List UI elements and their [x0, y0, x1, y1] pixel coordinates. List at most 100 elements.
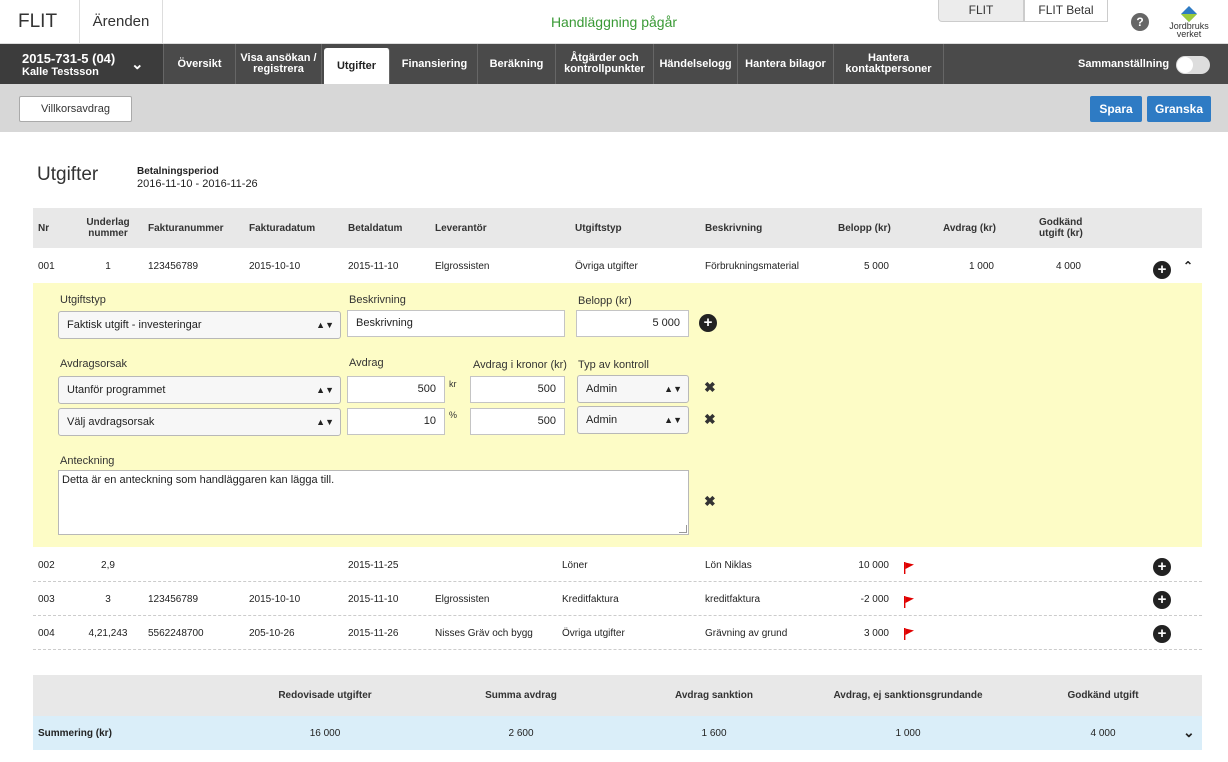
cell-underlag: 2,9: [101, 560, 115, 571]
cell-betaldatum: 2015-11-26: [348, 628, 399, 639]
add-icon[interactable]: +: [1153, 261, 1171, 279]
chevron-up-icon[interactable]: ⌃: [1183, 259, 1193, 273]
case-id: 2015-731-5 (04): [22, 51, 116, 66]
col-beskrivning: Beskrivning: [705, 223, 763, 234]
cell-nr: 002: [38, 560, 55, 571]
tab-atgarder[interactable]: Åtgärder och kontrollpunkter: [556, 44, 654, 84]
cell-beskrivning: kreditfaktura: [705, 594, 761, 605]
col-underlag: Underlag nummer: [86, 217, 130, 239]
top-bar: FLIT Ärenden Handläggning pågår FLIT FLI…: [0, 0, 1228, 44]
cell-underlag: 4,21,243: [88, 628, 128, 639]
avdrag-kronor-label: Avdrag i kronor (kr): [473, 359, 567, 371]
period-value: 2016-11-10 - 2016-11-26: [137, 178, 258, 190]
arenden-link[interactable]: Ärenden: [80, 0, 163, 44]
app-tab-flit-betal[interactable]: FLIT Betal: [1024, 0, 1108, 22]
cell-beskrivning: Lön Niklas: [705, 560, 752, 571]
select-arrows-icon: ▲▼: [316, 417, 334, 427]
add-icon[interactable]: +: [1153, 558, 1171, 576]
summary-sanktion-value: 1 600: [701, 728, 727, 739]
table-row[interactable]: 002 2,9 2015-11-25 Löner Lön Niklas 10 0…: [33, 548, 1202, 582]
tab-utgifter[interactable]: Utgifter: [324, 48, 390, 84]
jordbruksverket-logo-text: Jordbruks verket: [1169, 21, 1209, 39]
remove-icon[interactable]: ✖: [704, 379, 716, 396]
select-arrows-icon: ▲▼: [664, 415, 682, 425]
typ-av-kontroll-label: Typ av kontroll: [578, 359, 649, 371]
summary-row[interactable]: Summering (kr) 16 000 2 600 1 600 1 000 …: [33, 716, 1202, 750]
summary-toggle[interactable]: [1176, 56, 1210, 74]
villkorsavdrag-button[interactable]: Villkorsavdrag: [19, 96, 132, 122]
cell-fakturanummer: 123456789: [148, 261, 199, 272]
summary-godkand-value: 4 000: [1090, 728, 1116, 739]
belopp-input[interactable]: 5 000: [576, 310, 689, 337]
summary-ej-sanktion-value: 1 000: [895, 728, 921, 739]
belopp-label: Belopp (kr): [578, 295, 632, 307]
resize-handle-icon[interactable]: [679, 525, 687, 533]
tab-finansiering[interactable]: Finansiering: [392, 44, 478, 84]
toggle-knob: [1177, 57, 1193, 73]
avdragsorsak-select[interactable]: Välj avdragsorsak ▲▼: [58, 408, 341, 436]
avdrag-input[interactable]: 500: [347, 376, 445, 403]
add-icon[interactable]: +: [699, 314, 717, 332]
review-button[interactable]: Granska: [1147, 96, 1211, 122]
flag-icon[interactable]: [903, 596, 915, 608]
tab-hantera-bilagor[interactable]: Hantera bilagor: [738, 44, 834, 84]
flag-icon[interactable]: [903, 628, 915, 640]
save-button[interactable]: Spara: [1090, 96, 1142, 122]
cell-betaldatum: 2015-11-25: [348, 560, 399, 571]
remove-icon[interactable]: ✖: [704, 411, 716, 428]
avdragsorsak-select[interactable]: Utanför programmet ▲▼: [58, 376, 341, 404]
case-selector[interactable]: 2015-731-5 (04) Kalle Testsson ⌄: [0, 44, 164, 84]
toolbar: Villkorsavdrag Spara Granska: [0, 84, 1228, 132]
summary-header: Redovisade utgifter Summa avdrag Avdrag …: [33, 675, 1202, 716]
remove-icon[interactable]: ✖: [704, 493, 716, 510]
col-avdrag: Avdrag (kr): [943, 223, 996, 234]
select-arrows-icon: ▲▼: [664, 384, 682, 394]
expense-detail-panel: Utgiftstyp Faktisk utgift - investeringa…: [33, 283, 1202, 547]
tab-oversikt[interactable]: Översikt: [164, 44, 236, 84]
table-row[interactable]: 004 4,21,243 5562248700 205-10-26 2015-1…: [33, 616, 1202, 650]
summary-toggle-label: Sammanställning: [1078, 58, 1170, 70]
cell-utgiftstyp: Kreditfaktura: [562, 594, 619, 605]
cell-betaldatum: 2015-11-10: [348, 594, 399, 605]
flag-icon[interactable]: [903, 562, 915, 574]
cell-godkand: 4 000: [1055, 261, 1081, 272]
col-belopp: Belopp (kr): [838, 223, 891, 234]
tab-berakning[interactable]: Beräkning: [478, 44, 556, 84]
flit-logo[interactable]: FLIT: [0, 0, 80, 44]
cell-fakturanummer: 5562248700: [148, 628, 204, 639]
cell-utgiftstyp: Löner: [562, 560, 588, 571]
avdrag-kronor-input[interactable]: 500: [470, 408, 565, 435]
cell-utgiftstyp: Övriga utgifter: [562, 628, 625, 639]
chevron-down-icon[interactable]: ⌄: [1183, 724, 1195, 741]
avdrag-kronor-input[interactable]: 500: [470, 376, 565, 403]
cell-utgiftstyp: Övriga utgifter: [575, 261, 638, 272]
beskrivning-input[interactable]: Beskrivning: [347, 310, 565, 337]
tab-handelselogg[interactable]: Händelselogg: [654, 44, 738, 84]
anteckning-textarea[interactable]: Detta är en anteckning som handläggaren …: [58, 470, 689, 535]
help-icon[interactable]: ?: [1131, 13, 1149, 31]
avdrag-label: Avdrag: [349, 357, 384, 369]
select-arrows-icon: ▲▼: [316, 320, 334, 330]
main-nav: 2015-731-5 (04) Kalle Testsson ⌄ Översik…: [0, 44, 1228, 84]
utgiftstyp-label: Utgiftstyp: [60, 294, 106, 306]
cell-nr: 001: [38, 261, 55, 272]
summary-avdrag-value: 2 600: [508, 728, 534, 739]
avdrag-input[interactable]: 10: [347, 408, 445, 435]
cell-fakturadatum: 205-10-26: [249, 628, 295, 639]
summary-col-godkand: Godkänd utgift: [1067, 690, 1139, 701]
app-tab-flit[interactable]: FLIT: [938, 0, 1024, 22]
tab-hantera-kontaktpersoner[interactable]: Hantera kontaktpersoner: [834, 44, 944, 84]
chevron-down-icon[interactable]: ⌄: [131, 55, 144, 73]
tab-visa-ansokan[interactable]: Visa ansökan / registrera: [236, 44, 322, 84]
table-row[interactable]: 003 3 123456789 2015-10-10 2015-11-10 El…: [33, 582, 1202, 616]
avdragsorsak-label: Avdragsorsak: [60, 358, 128, 370]
cell-betaldatum: 2015-11-10: [348, 261, 399, 272]
typ-av-kontroll-select[interactable]: Admin ▲▼: [577, 375, 689, 403]
avdrag-unit: kr: [449, 379, 457, 389]
cell-fakturanummer: 123456789: [148, 594, 199, 605]
add-icon[interactable]: +: [1153, 591, 1171, 609]
utgiftstyp-select[interactable]: Faktisk utgift - investeringar ▲▼: [58, 311, 341, 339]
typ-av-kontroll-select[interactable]: Admin ▲▼: [577, 406, 689, 434]
table-row[interactable]: 001 1 123456789 2015-10-10 2015-11-10 El…: [33, 249, 1202, 283]
add-icon[interactable]: +: [1153, 625, 1171, 643]
